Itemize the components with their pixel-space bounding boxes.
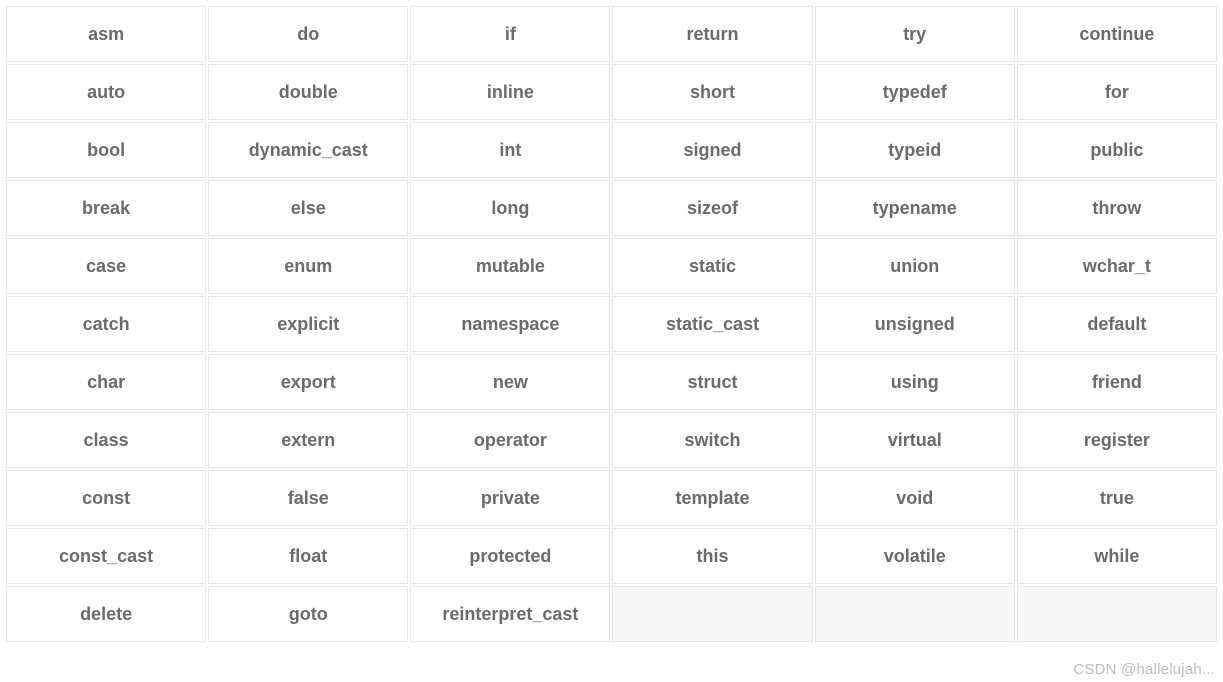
table-row: breakelselongsizeoftypenamethrow xyxy=(6,180,1217,236)
keyword-cell: break xyxy=(6,180,206,236)
keyword-cell: virtual xyxy=(815,412,1015,468)
keyword-cell: unsigned xyxy=(815,296,1015,352)
keyword-cell: switch xyxy=(612,412,812,468)
keyword-cell: enum xyxy=(208,238,408,294)
keyword-cell xyxy=(1017,586,1217,642)
keyword-cell: const xyxy=(6,470,206,526)
keyword-cell: bool xyxy=(6,122,206,178)
keyword-cell: try xyxy=(815,6,1015,62)
table-row: asmdoifreturntrycontinue xyxy=(6,6,1217,62)
keyword-cell: continue xyxy=(1017,6,1217,62)
keyword-cell: class xyxy=(6,412,206,468)
table-row: constfalseprivatetemplatevoidtrue xyxy=(6,470,1217,526)
keyword-cell: explicit xyxy=(208,296,408,352)
keyword-cell: catch xyxy=(6,296,206,352)
keyword-cell: throw xyxy=(1017,180,1217,236)
keyword-cell xyxy=(612,586,812,642)
keyword-cell: struct xyxy=(612,354,812,410)
keyword-cell: inline xyxy=(410,64,610,120)
keyword-cell: false xyxy=(208,470,408,526)
keyword-cell: volatile xyxy=(815,528,1015,584)
keyword-cell: delete xyxy=(6,586,206,642)
keyword-cell: default xyxy=(1017,296,1217,352)
table-row: charexportnewstructusingfriend xyxy=(6,354,1217,410)
keyword-cell: long xyxy=(410,180,610,236)
keyword-cell: this xyxy=(612,528,812,584)
keyword-cell: namespace xyxy=(410,296,610,352)
keyword-cell: goto xyxy=(208,586,408,642)
table-row: autodoubleinlineshorttypedeffor xyxy=(6,64,1217,120)
keyword-cell: typeid xyxy=(815,122,1015,178)
keyword-cell: signed xyxy=(612,122,812,178)
keyword-cell: typedef xyxy=(815,64,1015,120)
table-row: classexternoperatorswitchvirtualregister xyxy=(6,412,1217,468)
keyword-cell: operator xyxy=(410,412,610,468)
keyword-cell: for xyxy=(1017,64,1217,120)
keywords-table: asmdoifreturntrycontinueautodoubleinline… xyxy=(4,4,1219,644)
watermark-text: CSDN @hallelujah... xyxy=(1073,661,1215,678)
keyword-cell: void xyxy=(815,470,1015,526)
keyword-cell: private xyxy=(410,470,610,526)
keyword-cell: extern xyxy=(208,412,408,468)
keyword-cell: short xyxy=(612,64,812,120)
table-row: caseenummutablestaticunionwchar_t xyxy=(6,238,1217,294)
keyword-cell: sizeof xyxy=(612,180,812,236)
keyword-cell: true xyxy=(1017,470,1217,526)
keyword-cell xyxy=(815,586,1015,642)
table-row: deletegotoreinterpret_cast xyxy=(6,586,1217,642)
keyword-cell: mutable xyxy=(410,238,610,294)
keyword-cell: else xyxy=(208,180,408,236)
keywords-tbody: asmdoifreturntrycontinueautodoubleinline… xyxy=(6,6,1217,642)
keyword-cell: char xyxy=(6,354,206,410)
keyword-cell: const_cast xyxy=(6,528,206,584)
keyword-cell: case xyxy=(6,238,206,294)
keyword-cell: wchar_t xyxy=(1017,238,1217,294)
table-row: booldynamic_castintsignedtypeidpublic xyxy=(6,122,1217,178)
keyword-cell: do xyxy=(208,6,408,62)
keyword-cell: friend xyxy=(1017,354,1217,410)
keyword-cell: if xyxy=(410,6,610,62)
keyword-cell: register xyxy=(1017,412,1217,468)
table-row: const_castfloatprotectedthisvolatilewhil… xyxy=(6,528,1217,584)
keyword-cell: static xyxy=(612,238,812,294)
keyword-cell: using xyxy=(815,354,1015,410)
keyword-cell: union xyxy=(815,238,1015,294)
keyword-cell: int xyxy=(410,122,610,178)
keyword-cell: return xyxy=(612,6,812,62)
keyword-cell: new xyxy=(410,354,610,410)
keyword-cell: export xyxy=(208,354,408,410)
keyword-cell: double xyxy=(208,64,408,120)
keyword-cell: public xyxy=(1017,122,1217,178)
keyword-cell: auto xyxy=(6,64,206,120)
table-row: catchexplicitnamespacestatic_castunsigne… xyxy=(6,296,1217,352)
keyword-cell: template xyxy=(612,470,812,526)
keyword-cell: asm xyxy=(6,6,206,62)
keyword-cell: protected xyxy=(410,528,610,584)
keyword-cell: static_cast xyxy=(612,296,812,352)
keyword-cell: reinterpret_cast xyxy=(410,586,610,642)
keyword-cell: while xyxy=(1017,528,1217,584)
keyword-cell: typename xyxy=(815,180,1015,236)
keyword-cell: dynamic_cast xyxy=(208,122,408,178)
keyword-cell: float xyxy=(208,528,408,584)
